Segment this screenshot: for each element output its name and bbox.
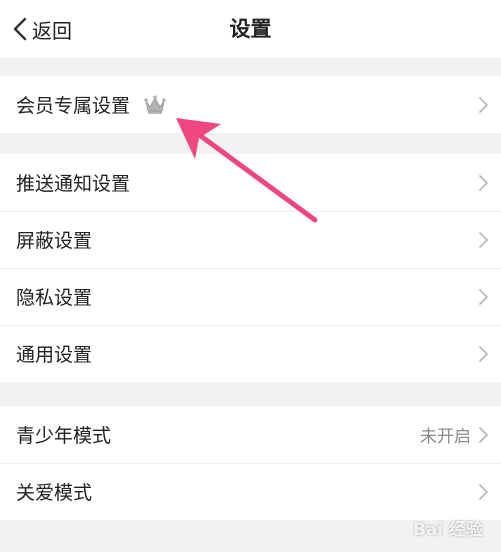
settings-group-modes: 青少年模式 未开启 关爱模式 — [0, 406, 501, 520]
teen-mode-status: 未开启 — [420, 427, 471, 447]
chevron-right-icon — [479, 426, 488, 443]
crown-icon — [144, 95, 166, 114]
page-title: 设置 — [229, 17, 272, 41]
chevron-right-icon — [479, 288, 488, 305]
back-button[interactable]: 返回 — [10, 0, 72, 58]
row-privacy-settings[interactable]: 隐私设置 — [0, 268, 501, 325]
chevron-right-icon — [479, 174, 488, 191]
row-general-settings[interactable]: 通用设置 — [0, 325, 501, 382]
row-label: 关爱模式 — [16, 482, 93, 504]
chevron-right-icon — [479, 231, 488, 248]
chevron-right-icon — [479, 345, 488, 362]
settings-group-member: 会员专属设置 — [0, 76, 501, 133]
settings-group-general: 推送通知设置 屏蔽设置 隐私设置 通用设置 — [0, 154, 501, 382]
row-push-notification-settings[interactable]: 推送通知设置 — [0, 154, 501, 211]
row-care-mode[interactable]: 关爱模式 — [0, 463, 501, 520]
row-label: 通用设置 — [16, 344, 93, 366]
row-label: 青少年模式 — [16, 425, 112, 447]
row-label: 推送通知设置 — [16, 173, 131, 195]
row-member-settings[interactable]: 会员专属设置 — [0, 76, 501, 133]
chevron-right-icon — [479, 483, 488, 500]
row-label: 隐私设置 — [16, 287, 93, 309]
row-teen-mode[interactable]: 青少年模式 未开启 — [0, 406, 501, 463]
chevron-right-icon — [479, 96, 488, 113]
row-block-settings[interactable]: 屏蔽设置 — [0, 211, 501, 268]
row-label: 会员专属设置 — [16, 95, 131, 117]
chevron-left-icon — [13, 17, 27, 41]
nav-header: 返回 设置 — [0, 0, 501, 58]
back-label: 返回 — [32, 18, 72, 43]
row-label: 屏蔽设置 — [16, 230, 93, 252]
